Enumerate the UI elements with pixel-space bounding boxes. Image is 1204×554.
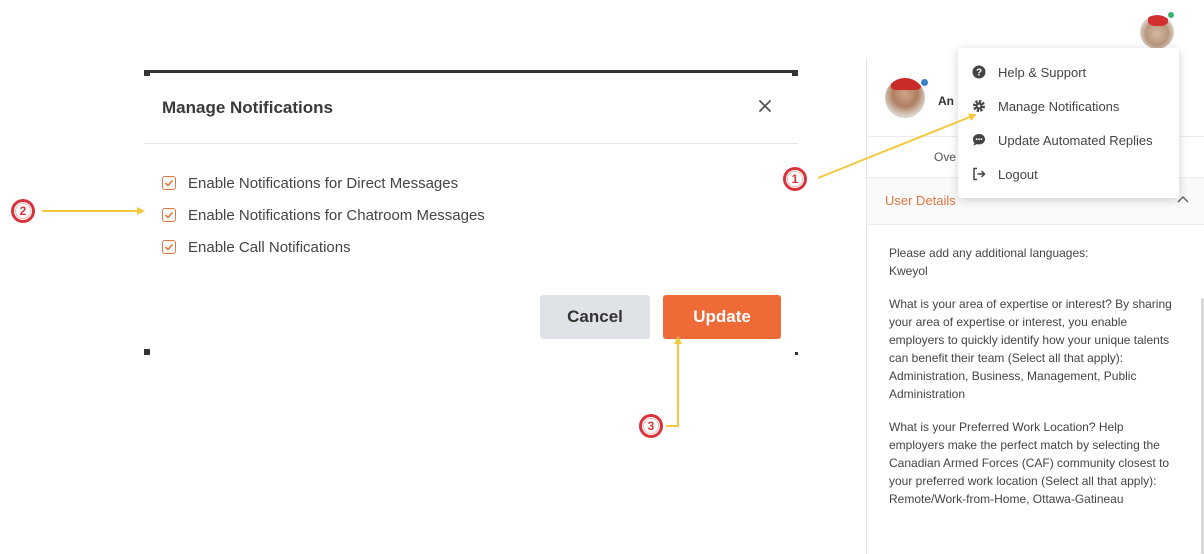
avatar[interactable]: [885, 78, 925, 118]
check-icon: [164, 211, 174, 219]
help-icon: ?: [972, 65, 986, 79]
user-menu-dropdown: ? Help & Support Manage Notifications Up…: [958, 48, 1179, 198]
help-glyph: ?: [972, 65, 986, 79]
profile-name: An: [938, 94, 954, 108]
section-title: User Details: [885, 193, 956, 208]
modal-corner: [144, 349, 150, 355]
checkbox-call-notifications[interactable]: [162, 240, 176, 254]
chat-icon: [972, 133, 986, 147]
logout-icon: [972, 167, 986, 181]
step-marker-1: 1: [783, 167, 807, 191]
detail-answer: Remote/Work-from-Home, Ottawa-Gatineau: [889, 492, 1124, 506]
check-icon: [164, 243, 174, 251]
detail-question: What is your Preferred Work Location? He…: [889, 420, 1170, 488]
modal-corner: [792, 70, 798, 76]
modal-corner: [795, 352, 798, 355]
detail-item: Please add any additional languages: Kwe…: [889, 244, 1181, 280]
detail-item: What is your Preferred Work Location? He…: [889, 418, 1181, 508]
check-icon: [164, 179, 174, 187]
chat-glyph: [973, 134, 985, 146]
svg-text:?: ?: [976, 68, 982, 79]
manage-notifications-modal: Manage Notifications Enable Notification…: [144, 70, 798, 355]
modal-title: Manage Notifications: [162, 98, 333, 117]
status-dot: [921, 79, 928, 86]
online-status-dot: [1168, 12, 1174, 18]
detail-answer: Kweyol: [889, 264, 928, 278]
gear-icon: [972, 99, 986, 113]
step-marker-2: 2: [11, 199, 35, 223]
modal-divider: [144, 143, 798, 144]
detail-question: What is your area of expertise or intere…: [889, 297, 1172, 365]
user-details-body: Please add any additional languages: Kwe…: [889, 244, 1181, 523]
option-label: Enable Notifications for Chatroom Messag…: [188, 206, 485, 224]
menu-item-manage-notifications[interactable]: Manage Notifications: [972, 96, 1119, 116]
chatroom-messages-option[interactable]: Enable Notifications for Chatroom Messag…: [162, 205, 485, 225]
menu-item-label: Help & Support: [998, 64, 1087, 80]
direct-messages-option[interactable]: Enable Notifications for Direct Messages: [162, 173, 458, 193]
gear-glyph: [973, 100, 985, 112]
step-marker-3: 3: [639, 414, 663, 438]
option-label: Enable Call Notifications: [188, 238, 351, 256]
menu-item-label: Update Automated Replies: [998, 132, 1153, 148]
option-label: Enable Notifications for Direct Messages: [188, 174, 459, 192]
close-icon-glyph: [759, 100, 771, 112]
chevron-glyph: [1177, 195, 1189, 203]
menu-item-label: Manage Notifications: [998, 98, 1120, 114]
user-avatar-button[interactable]: [1140, 15, 1174, 49]
detail-item: What is your area of expertise or intere…: [889, 295, 1181, 403]
call-notifications-option[interactable]: Enable Call Notifications: [162, 237, 351, 257]
detail-answer: Administration, Business, Management, Pu…: [889, 369, 1137, 401]
checkbox-chatroom-messages[interactable]: [162, 208, 176, 222]
close-icon[interactable]: [756, 97, 774, 115]
tab-overview[interactable]: Ove: [934, 150, 956, 164]
checkbox-direct-messages[interactable]: [162, 176, 176, 190]
modal-corner: [144, 70, 150, 76]
menu-item-label: Logout: [998, 166, 1038, 182]
menu-item-help-support[interactable]: ? Help & Support: [972, 62, 1086, 82]
menu-item-logout[interactable]: Logout: [972, 164, 1038, 184]
detail-question: Please add any additional languages:: [889, 246, 1089, 260]
update-button[interactable]: Update: [663, 295, 781, 339]
cancel-button[interactable]: Cancel: [540, 295, 650, 339]
logout-glyph: [973, 167, 986, 181]
menu-item-update-automated-replies[interactable]: Update Automated Replies: [972, 130, 1153, 150]
